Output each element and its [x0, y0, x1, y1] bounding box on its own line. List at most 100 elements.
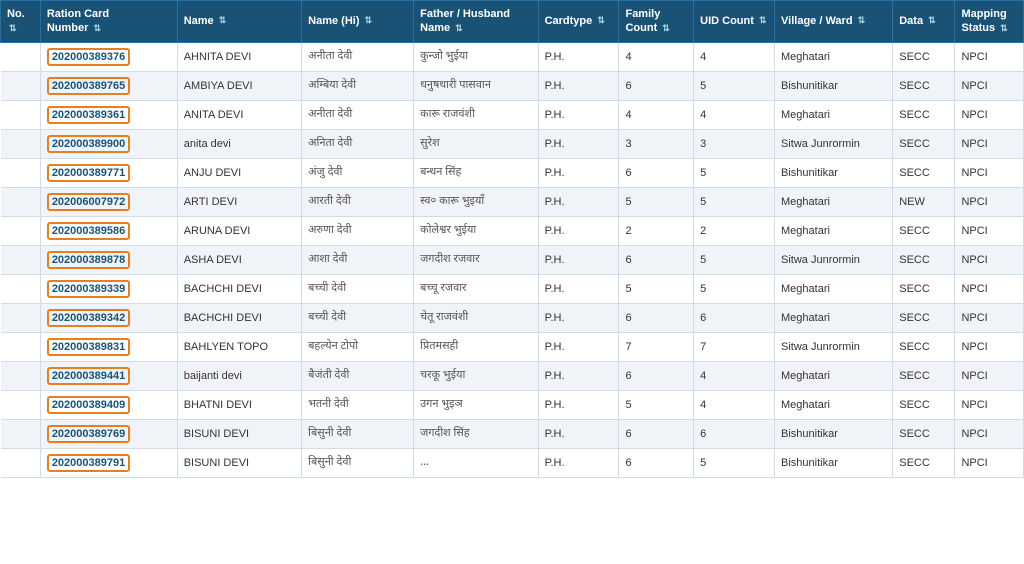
cell-village: Bishunitikar [775, 419, 893, 448]
col-header-cardtype[interactable]: Cardtype ⇅ [538, 1, 619, 43]
cell-village: Bishunitikar [775, 71, 893, 100]
cell-no [1, 129, 41, 158]
cell-cardtype: P.H. [538, 100, 619, 129]
ration-highlight-badge: 202000389791 [47, 454, 130, 472]
cell-cardtype: P.H. [538, 71, 619, 100]
cell-no [1, 361, 41, 390]
cell-name: baijanti devi [177, 361, 301, 390]
cell-nameh-hindi: अनीता देवी [308, 108, 352, 122]
ration-highlight-badge: 202000389771 [47, 164, 130, 182]
cell-cardtype: P.H. [538, 42, 619, 71]
cell-data: SECC [893, 390, 955, 419]
cell-ration: 202000389586 [40, 216, 177, 245]
cell-nameh: बहल्येन टोपो [302, 332, 414, 361]
cell-father-hindi: चरकू भुईया [420, 369, 465, 383]
cell-mapp: NPCI [955, 303, 1024, 332]
cell-uid: 3 [694, 129, 775, 158]
cell-mapp: NPCI [955, 245, 1024, 274]
cell-mapp: NPCI [955, 71, 1024, 100]
cell-ration: 202000389831 [40, 332, 177, 361]
cell-data: SECC [893, 303, 955, 332]
cell-data: SECC [893, 42, 955, 71]
cell-nameh: भतनी देवी [302, 390, 414, 419]
cell-name: ASHA DEVI [177, 245, 301, 274]
table-row: 202000389361ANITA DEVIअनीता देवीकारू राज… [1, 100, 1024, 129]
cell-ration: 202000389361 [40, 100, 177, 129]
cell-mapp: NPCI [955, 274, 1024, 303]
cell-ration: 202006007972 [40, 187, 177, 216]
cell-name: ANJU DEVI [177, 158, 301, 187]
cell-name: AHNITA DEVI [177, 42, 301, 71]
cell-name: BISUNI DEVI [177, 419, 301, 448]
cell-ration: 202000389342 [40, 303, 177, 332]
col-header-village[interactable]: Village / Ward ⇅ [775, 1, 893, 43]
cell-father: जगदीश सिंह [414, 419, 538, 448]
cell-no [1, 71, 41, 100]
cell-no [1, 332, 41, 361]
cell-father: धनुषधारी पासवान [414, 71, 538, 100]
cell-nameh: अम्बिया देवी [302, 71, 414, 100]
cell-nameh-hindi: बच्ची देवी [308, 311, 346, 325]
cell-cardtype: P.H. [538, 274, 619, 303]
ration-highlight-badge: 202000389339 [47, 280, 130, 298]
cell-name: ARTI DEVI [177, 187, 301, 216]
cell-uid: 4 [694, 361, 775, 390]
cell-nameh-hindi: आरती देवी [308, 195, 351, 209]
cell-mapp: NPCI [955, 129, 1024, 158]
col-header-ration[interactable]: Ration Card Number ⇅ [40, 1, 177, 43]
col-header-data[interactable]: Data ⇅ [893, 1, 955, 43]
cell-name: BAHLYEN TOPO [177, 332, 301, 361]
cell-data: SECC [893, 71, 955, 100]
sort-icon-father: ⇅ [455, 23, 463, 35]
cell-ration: 202000389441 [40, 361, 177, 390]
cell-mapp: NPCI [955, 419, 1024, 448]
cell-ration: 202000389339 [40, 274, 177, 303]
cell-village: Meghatari [775, 390, 893, 419]
cell-mapp: NPCI [955, 448, 1024, 477]
cell-mapp: NPCI [955, 332, 1024, 361]
ration-highlight-badge: 202000389878 [47, 251, 130, 269]
cell-father: बन्धन सिंह [414, 158, 538, 187]
cell-data: SECC [893, 332, 955, 361]
cell-cardtype: P.H. [538, 158, 619, 187]
table-row: 202006007972ARTI DEVIआरती देवीस्व० कारू … [1, 187, 1024, 216]
col-header-no[interactable]: No. ⇅ [1, 1, 41, 43]
col-header-name[interactable]: Name ⇅ [177, 1, 301, 43]
cell-name: AMBIYA DEVI [177, 71, 301, 100]
cell-family: 6 [619, 361, 694, 390]
cell-mapp: NPCI [955, 390, 1024, 419]
cell-nameh: बिसुनी देवी [302, 448, 414, 477]
table-row: 202000389900anita deviअनिता देवीसुरेशP.H… [1, 129, 1024, 158]
col-header-uid[interactable]: UID Count ⇅ [694, 1, 775, 43]
cell-nameh: आशा देवी [302, 245, 414, 274]
cell-family: 2 [619, 216, 694, 245]
cell-no [1, 303, 41, 332]
data-table: No. ⇅ Ration Card Number ⇅ Name ⇅ Name (… [0, 0, 1024, 478]
ration-highlight-badge: 202000389900 [47, 135, 130, 153]
cell-father-hindi: प्रितमसही [420, 340, 458, 354]
cell-cardtype: P.H. [538, 245, 619, 274]
cell-data: NEW [893, 187, 955, 216]
cell-father: कोलेश्वर भुईया [414, 216, 538, 245]
cell-cardtype: P.H. [538, 216, 619, 245]
cell-no [1, 42, 41, 71]
table-row: 202000389376AHNITA DEVIअनीता देवीकुन्जो … [1, 42, 1024, 71]
cell-nameh: अंजु देवी [302, 158, 414, 187]
sort-icon-no: ⇅ [9, 23, 17, 35]
cell-name: BACHCHI DEVI [177, 274, 301, 303]
col-header-family[interactable]: Family Count ⇅ [619, 1, 694, 43]
cell-nameh-hindi: बिसुनी देवी [308, 427, 351, 441]
table-row: 202000389769BISUNI DEVI बिसुनी देवी जगदीश … [1, 419, 1024, 448]
col-header-nameh[interactable]: Name (Hi) ⇅ [302, 1, 414, 43]
cell-data: SECC [893, 419, 955, 448]
col-header-mapp[interactable]: Mapping Status ⇅ [955, 1, 1024, 43]
cell-data: SECC [893, 361, 955, 390]
cell-data: SECC [893, 216, 955, 245]
cell-ration: 202000389769 [40, 419, 177, 448]
cell-father-hindi: उगन भुइञ [420, 398, 462, 412]
sort-icon-village: ⇅ [858, 15, 866, 27]
cell-uid: 4 [694, 390, 775, 419]
col-header-father[interactable]: Father / Husband Name ⇅ [414, 1, 538, 43]
cell-uid: 6 [694, 419, 775, 448]
cell-no [1, 187, 41, 216]
